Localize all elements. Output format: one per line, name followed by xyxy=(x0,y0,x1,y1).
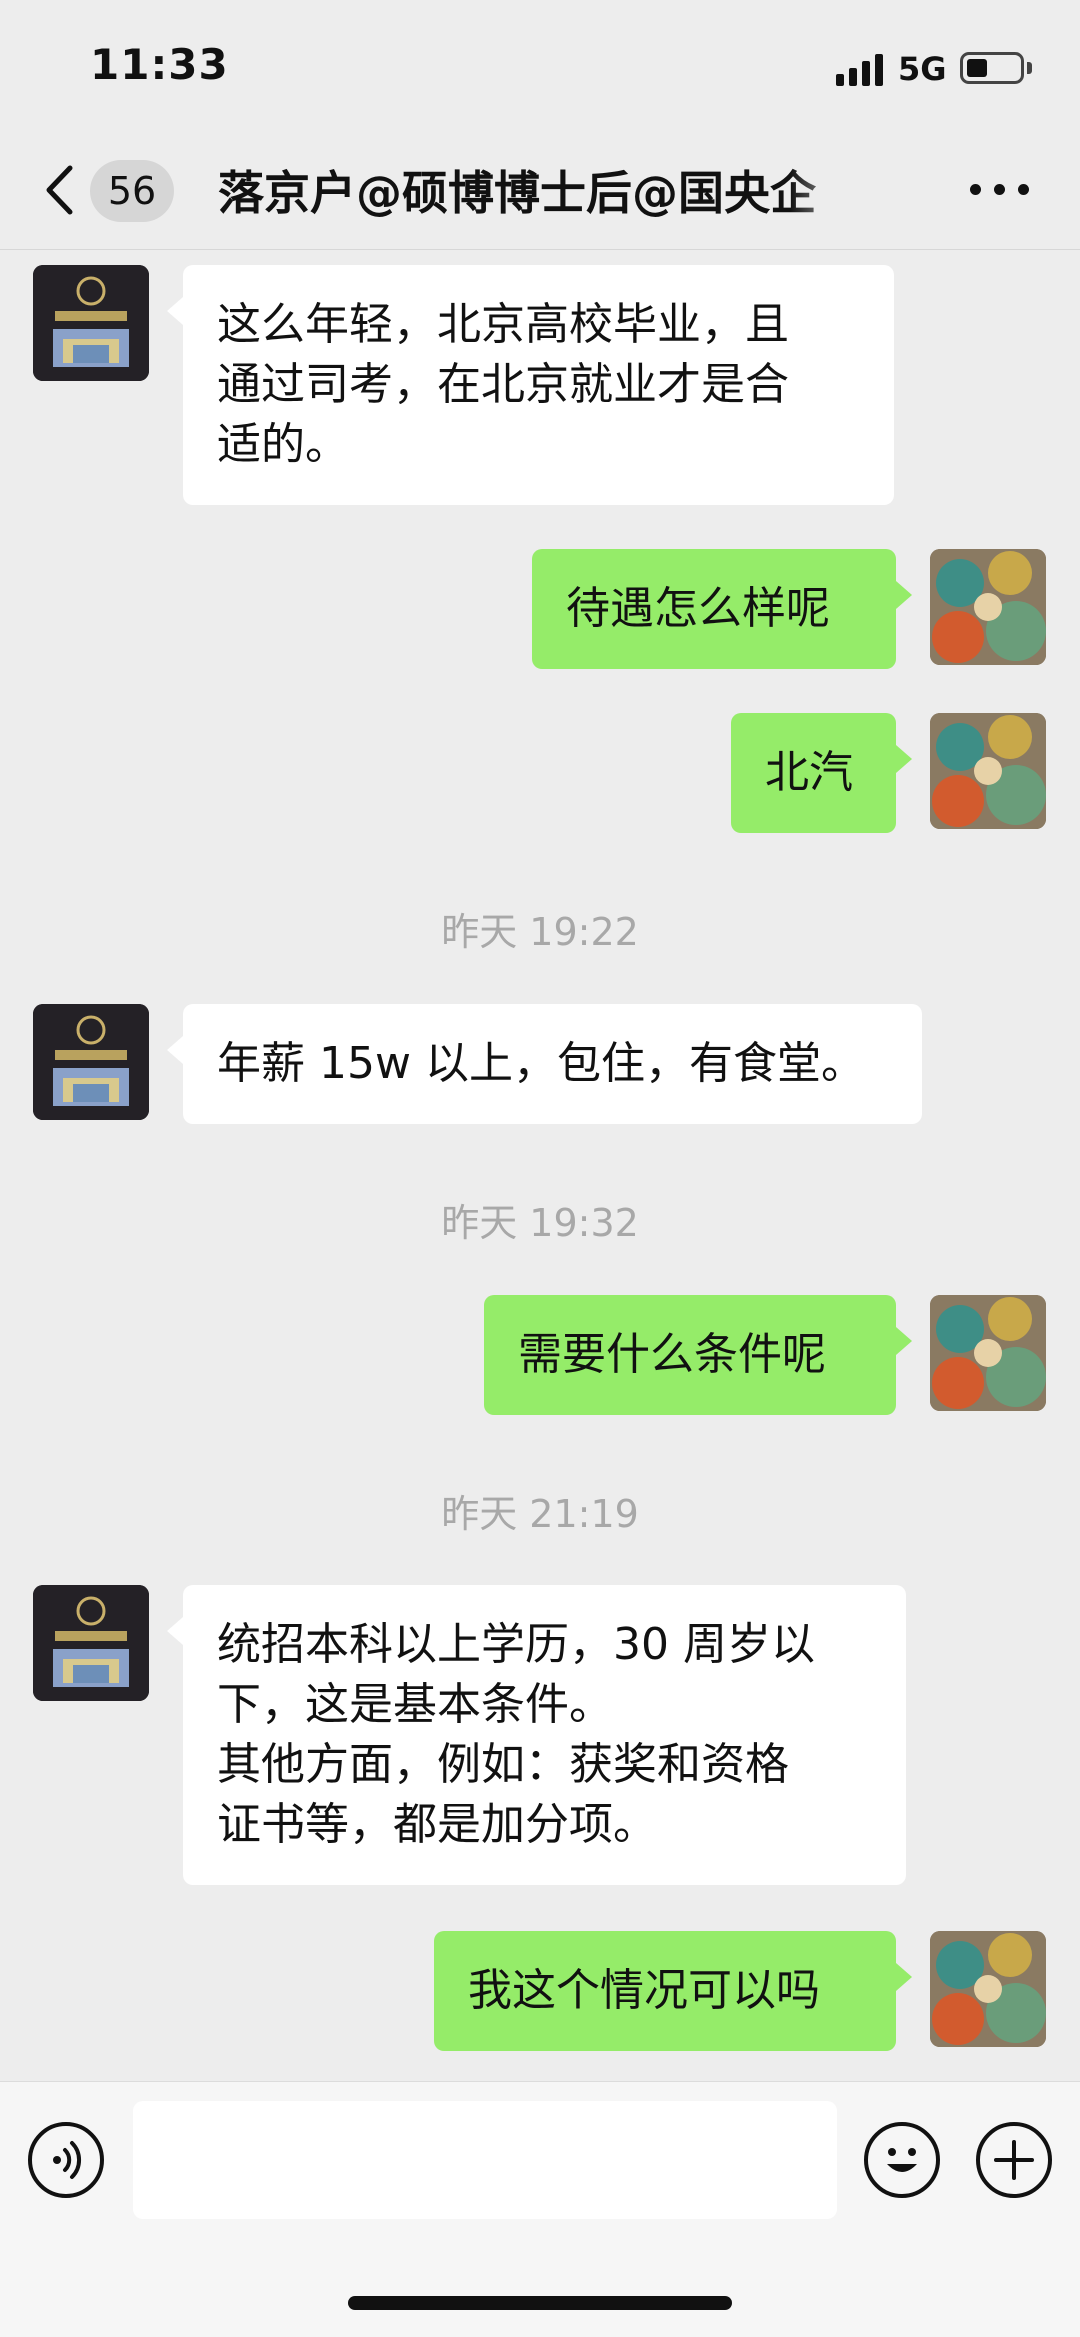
message-line: 待遇怎么样呢 xyxy=(566,583,830,634)
message-bubble-sent[interactable]: 待遇怎么样呢 xyxy=(532,549,912,669)
voice-icon[interactable] xyxy=(28,2122,104,2198)
emoji-icon[interactable] xyxy=(864,2122,940,2198)
message-line: 年薪 15w 以上，包住，有食堂。 xyxy=(217,1038,865,1089)
message-line: 其他方面，例如：获奖和资格 xyxy=(217,1739,789,1790)
message-line: 下，这是基本条件。 xyxy=(217,1679,613,1730)
contact-avatar[interactable] xyxy=(33,1004,149,1120)
message-line: 通过司考，在北京就业才是合 xyxy=(217,359,789,410)
message-line: 适的。 xyxy=(217,419,349,470)
contact-avatar[interactable] xyxy=(33,265,149,381)
message-line: 证书等，都是加分项。 xyxy=(217,1799,657,1850)
signal-icon xyxy=(836,54,884,86)
user-avatar[interactable] xyxy=(930,549,1046,665)
message-line: 需要什么条件呢 xyxy=(518,1329,826,1380)
plus-icon[interactable] xyxy=(976,2122,1052,2198)
timestamp-divider: 昨天 21:19 xyxy=(441,1492,639,1536)
unread-count-badge[interactable]: 56 xyxy=(90,160,174,222)
battery-tip xyxy=(1027,62,1032,74)
message-bubble-received[interactable]: 年薪 15w 以上，包住，有食堂。 xyxy=(167,1004,922,1124)
message-bubble-received[interactable]: 统招本科以上学历，30 周岁以 下，这是基本条件。 其他方面，例如：获奖和资格 … xyxy=(167,1585,906,1885)
message-list[interactable]: 这么年轻，北京高校毕业，且 通过司考，在北京就业才是合 适的。 待遇怎么样呢 北… xyxy=(0,251,1080,2081)
back-chevron-icon[interactable] xyxy=(40,160,80,220)
timestamp-divider: 昨天 19:32 xyxy=(441,1201,639,1245)
timestamp-divider: 昨天 19:22 xyxy=(441,910,639,954)
message-bubble-sent[interactable]: 北汽 xyxy=(731,713,912,833)
chat-title: 落京户@硕博博士后@国央企 xyxy=(218,166,816,220)
nav-bar: 56 落京户@硕博博士后@国央企 xyxy=(0,130,1080,250)
wechat-chat-screen: 11:33 5G 56 落京户@硕博博士后@国央企 这么年轻，北京高校毕业，且 … xyxy=(0,0,1080,2337)
network-type: 5G xyxy=(898,50,947,88)
home-indicator[interactable] xyxy=(348,2296,732,2310)
status-time: 11:33 xyxy=(90,40,229,89)
user-avatar[interactable] xyxy=(930,1295,1046,1411)
title-fade xyxy=(790,150,880,230)
message-line: 北汽 xyxy=(765,747,853,798)
more-dots-icon[interactable] xyxy=(970,180,1030,200)
status-bar: 11:33 5G xyxy=(0,0,1080,130)
message-line: 我这个情况可以吗 xyxy=(468,1965,820,2016)
message-bubble-sent[interactable]: 需要什么条件呢 xyxy=(484,1295,912,1415)
user-avatar[interactable] xyxy=(930,1931,1046,2047)
message-line: 统招本科以上学历，30 周岁以 xyxy=(217,1619,815,1670)
message-line: 这么年轻，北京高校毕业，且 xyxy=(217,299,789,350)
message-bubble-received[interactable]: 这么年轻，北京高校毕业，且 通过司考，在北京就业才是合 适的。 xyxy=(167,265,894,505)
user-avatar[interactable] xyxy=(930,713,1046,829)
message-bubble-sent[interactable]: 我这个情况可以吗 xyxy=(434,1931,912,2051)
contact-avatar[interactable] xyxy=(33,1585,149,1701)
battery-icon xyxy=(960,52,1024,84)
message-input[interactable] xyxy=(133,2101,837,2219)
